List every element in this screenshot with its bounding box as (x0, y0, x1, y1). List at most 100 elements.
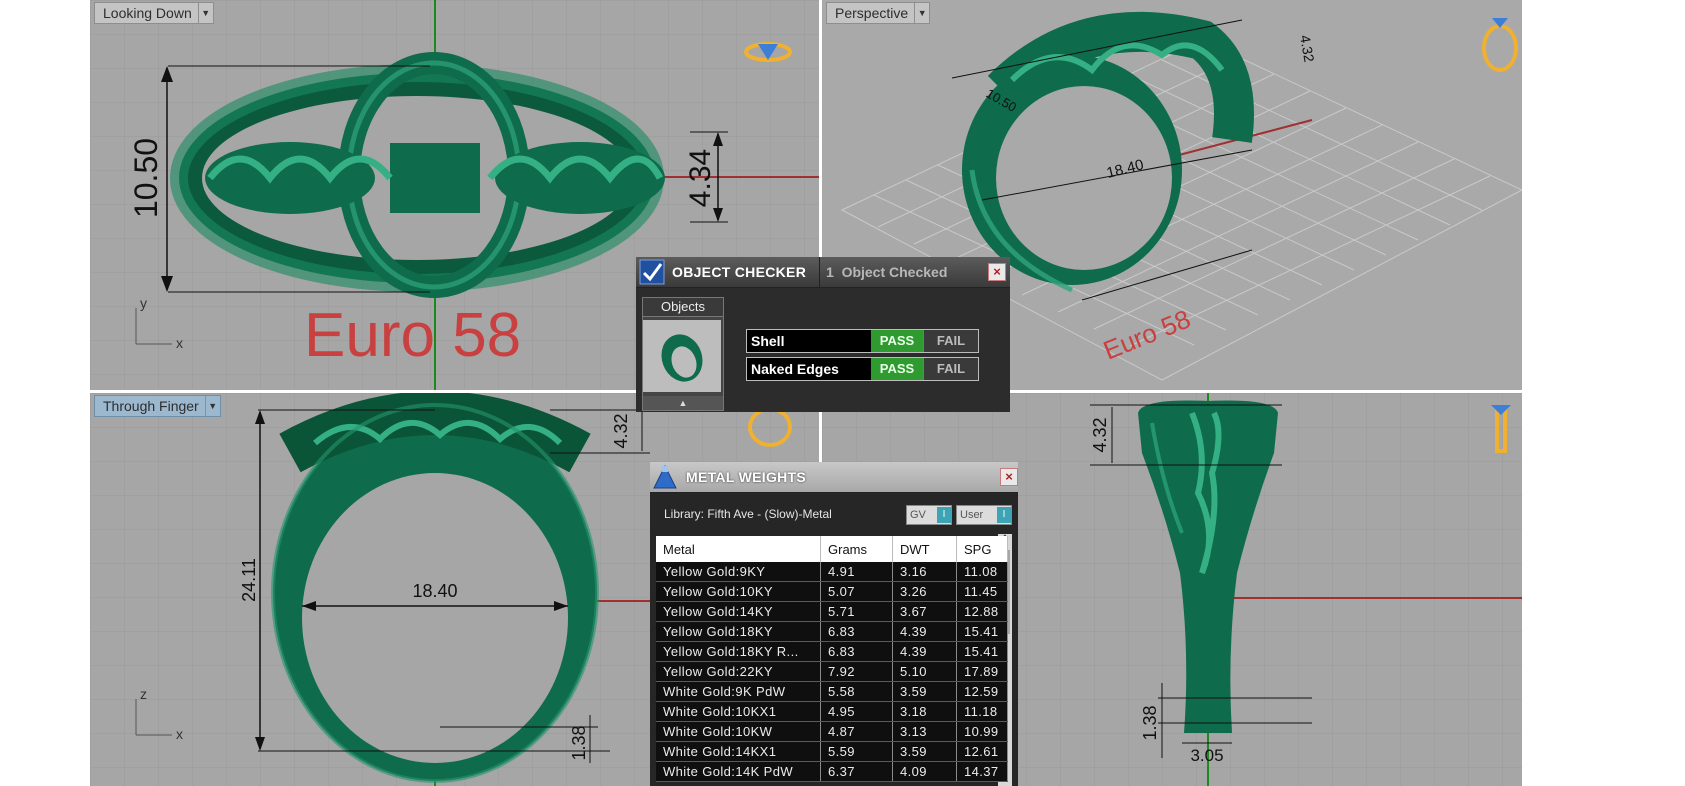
column-header[interactable]: Metal (656, 536, 821, 562)
table-cell: 5.58 (820, 681, 893, 702)
table-cell: 3.18 (892, 701, 957, 722)
dim-18-40: 18.40 (412, 581, 457, 601)
table-cell: 4.91 (820, 562, 893, 582)
table-cell: 5.10 (892, 661, 957, 682)
euro-58-label: Euro 58 (304, 301, 521, 370)
table-cell: Yellow Gold:22KY (656, 661, 821, 682)
close-icon[interactable]: × (988, 263, 1006, 281)
dim-10-50: 10.50 (128, 138, 164, 218)
dim-4-34: 4.34 (684, 149, 717, 207)
viewport-label-looking-down[interactable]: Looking Down ▼ (94, 2, 214, 24)
table-cell: 10.99 (956, 721, 1008, 742)
table-cell: 4.87 (820, 721, 893, 742)
chevron-down-icon[interactable]: ▼ (204, 396, 220, 416)
table-row[interactable]: White Gold:14K PdW 6.37 4.09 14.37 (656, 761, 1008, 782)
table-cell: 3.59 (892, 741, 957, 762)
table-cell: 6.37 (820, 761, 893, 782)
table-row[interactable]: Yellow Gold:10KY 5.07 3.26 11.45 (656, 581, 1008, 602)
table-cell: 6.83 (820, 641, 893, 662)
table-cell: 15.41 (956, 641, 1008, 662)
table-cell: 3.16 (892, 562, 957, 582)
table-cell: Yellow Gold:18KY R... (656, 641, 821, 662)
chevron-down-icon[interactable]: ▼ (914, 3, 929, 23)
toggle-knob-icon: I (937, 507, 951, 523)
dim-24-11: 24.11 (239, 558, 259, 602)
ring-thumbnail-icon (643, 320, 721, 392)
dim-1-38: 1.38 (569, 725, 589, 760)
objects-box[interactable]: Objects ▲ (642, 297, 724, 411)
axis-x-label: x (176, 726, 183, 742)
axis-z-label: z (140, 686, 147, 702)
table-cell: 7.92 (820, 661, 893, 682)
column-header[interactable]: DWT (892, 536, 957, 562)
table-row[interactable]: White Gold:9K PdW 5.58 3.59 12.59 (656, 681, 1008, 702)
table-cell: 4.39 (892, 641, 957, 662)
pass-badge: PASS (871, 330, 923, 352)
table-cell: 3.13 (892, 721, 957, 742)
viewport-label-perspective[interactable]: Perspective ▼ (826, 2, 931, 24)
check-row-naked-edges: Naked Edges PASS FAIL (746, 357, 979, 381)
gv-toggle-label: GV (910, 509, 926, 521)
table-cell: White Gold:14K PdW (656, 761, 821, 782)
side-dim-3-05: 3.05 (1190, 746, 1223, 765)
viewport-title: Looking Down (103, 5, 192, 21)
scroll-up-button[interactable]: ▲ (643, 396, 723, 410)
table-cell: 11.45 (956, 581, 1008, 602)
flask-icon (653, 464, 677, 489)
metal-weights-table: Metal Grams DWT SPG Yellow Gold:9KY 4.91 3… (656, 536, 1008, 782)
table-cell: 17.89 (956, 661, 1008, 682)
dim-4-32: 4.32 (611, 413, 631, 448)
table-cell: 12.61 (956, 741, 1008, 762)
fail-badge: FAIL (923, 330, 978, 352)
table-cell: 11.18 (956, 701, 1008, 722)
table-row[interactable]: White Gold:14KX1 5.59 3.59 12.61 (656, 741, 1008, 762)
table-row[interactable]: Yellow Gold:9KY 4.91 3.16 11.08 (656, 562, 1008, 582)
side-dim-1-38: 1.38 (1140, 705, 1160, 740)
table-cell: 3.67 (892, 601, 957, 622)
table-row[interactable]: Yellow Gold:18KY R... 6.83 4.39 15.41 (656, 641, 1008, 662)
side-dim-4-32: 4.32 (1090, 417, 1110, 452)
gv-toggle[interactable]: GV I (906, 505, 952, 525)
chevron-down-icon[interactable]: ▼ (197, 3, 213, 23)
metal-weights-body: Yellow Gold:9KY 4.91 3.16 11.08 Yellow Gold:… (656, 562, 1008, 782)
table-cell: 15.41 (956, 621, 1008, 642)
user-toggle-label: User (960, 509, 984, 521)
checkmark-icon (639, 259, 665, 285)
pass-badge: PASS (871, 358, 923, 380)
check-row-shell: Shell PASS FAIL (746, 329, 979, 353)
table-cell: Yellow Gold:18KY (656, 621, 821, 642)
viewport-label-through-finger[interactable]: Through Finger ▼ (94, 395, 221, 417)
table-cell: 5.59 (820, 741, 893, 762)
user-toggle[interactable]: User I (956, 505, 1012, 525)
table-cell: 5.07 (820, 581, 893, 602)
table-cell: Yellow Gold:10KY (656, 581, 821, 602)
objects-label: Objects (643, 298, 723, 317)
table-row[interactable]: White Gold:10KX1 4.95 3.18 11.18 (656, 701, 1008, 722)
table-cell: 5.71 (820, 601, 893, 622)
table-row[interactable]: Yellow Gold:22KY 7.92 5.10 17.89 (656, 661, 1008, 682)
table-row[interactable]: White Gold:10KW 4.87 3.13 10.99 (656, 721, 1008, 742)
library-label: Library: Fifth Ave - (Slow)-Metal (664, 507, 832, 521)
column-header[interactable]: SPG (956, 536, 1008, 562)
table-cell: White Gold:14KX1 (656, 741, 821, 762)
table-cell: 4.95 (820, 701, 893, 722)
table-cell: 12.59 (956, 681, 1008, 702)
object-checker-status: 1 Object Checked (826, 264, 948, 280)
table-cell: Yellow Gold:14KY (656, 601, 821, 622)
table-cell: 4.09 (892, 761, 957, 782)
check-label: Shell (751, 333, 785, 349)
check-label: Naked Edges (751, 361, 839, 377)
table-cell: 4.39 (892, 621, 957, 642)
table-row[interactable]: Yellow Gold:18KY 6.83 4.39 15.41 (656, 621, 1008, 642)
toggle-knob-icon: I (997, 507, 1011, 523)
close-icon[interactable]: × (1000, 468, 1018, 486)
metal-weights-titlebar[interactable]: METAL WEIGHTS × (650, 462, 1018, 493)
axis-x-label: x (176, 335, 183, 351)
object-checker-panel[interactable]: OBJECT CHECKER 1 Object Checked × Object… (636, 257, 1010, 412)
object-checker-titlebar[interactable]: OBJECT CHECKER 1 Object Checked × (636, 257, 1010, 288)
table-cell: 14.37 (956, 761, 1008, 782)
table-cell: 12.88 (956, 601, 1008, 622)
table-row[interactable]: Yellow Gold:14KY 5.71 3.67 12.88 (656, 601, 1008, 622)
table-header-row: Metal Grams DWT SPG (656, 536, 1008, 562)
column-header[interactable]: Grams (820, 536, 893, 562)
